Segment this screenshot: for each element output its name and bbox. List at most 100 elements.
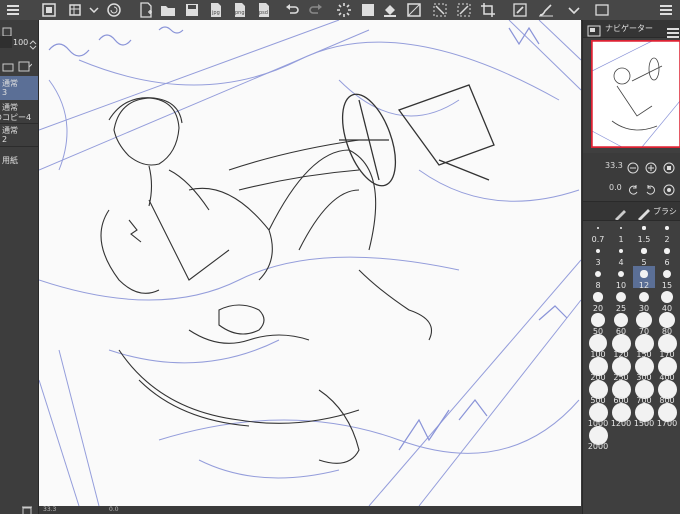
brush-dot (616, 292, 626, 302)
save-icon[interactable] (182, 0, 202, 20)
brush-size-option[interactable]: 500 (587, 379, 609, 405)
loading-icon[interactable] (334, 0, 354, 20)
brush-size-option[interactable]: 170 (656, 333, 678, 359)
brush-dot (613, 312, 629, 328)
reset-rotation-icon[interactable] (663, 181, 675, 196)
brush-dot (593, 292, 603, 302)
pen-tool-icon[interactable] (613, 205, 627, 221)
brush-size-option[interactable]: 60 (610, 312, 632, 336)
blend-mode-icon[interactable] (2, 22, 12, 37)
new-file-icon[interactable] (136, 0, 156, 20)
brush-size-option[interactable]: 600 (610, 379, 632, 405)
brush-size-option[interactable]: 1.5 (633, 220, 655, 244)
brush-size-option[interactable]: 400 (656, 356, 678, 382)
layers-icon[interactable] (38, 0, 60, 20)
brush-size-option[interactable]: 2000 (587, 425, 609, 451)
chevron-down-icon[interactable] (88, 0, 100, 20)
brush-size-icon[interactable] (637, 205, 651, 221)
brush-size-option[interactable]: 100 (587, 333, 609, 359)
brush-size-option[interactable]: 70 (633, 312, 655, 336)
swirl-icon[interactable] (104, 0, 124, 20)
chevron-down-icon[interactable] (566, 0, 582, 20)
angle-value[interactable]: 0.0 (609, 183, 622, 192)
svg-text:jpg: jpg (211, 10, 220, 16)
menu-icon[interactable] (4, 0, 22, 20)
brush-size-option[interactable]: 30 (633, 289, 655, 313)
tab-brush[interactable]: ブラシ (653, 206, 677, 217)
brush-size-option[interactable]: 1200 (610, 402, 632, 428)
layers-panel-icon[interactable] (64, 0, 86, 20)
redo-icon[interactable] (306, 0, 326, 20)
layer-item[interactable]: 通常 のコピー4 (0, 101, 38, 124)
tab-navigator[interactable]: ナビゲーター (605, 23, 653, 34)
selection-icon[interactable] (454, 0, 474, 20)
brush-size-option[interactable]: 80 (656, 311, 678, 336)
export-jpg-icon[interactable]: jpg (206, 0, 226, 20)
brush-icon[interactable] (536, 0, 556, 20)
layer-item[interactable]: 通常 2 (0, 124, 38, 147)
brush-size-option[interactable]: 300 (633, 356, 655, 382)
navigator-toggle-icon[interactable] (592, 0, 612, 20)
opacity-value[interactable]: 100 (13, 38, 29, 47)
brush-size-option[interactable]: 5 (633, 243, 655, 267)
brush-size-option[interactable]: 50 (587, 312, 609, 336)
layer-panel: 100 通常 3 通常 のコピー4 通常 2 用紙 (0, 20, 39, 514)
pen-edit-icon[interactable] (510, 0, 530, 20)
navigator-icon[interactable] (587, 22, 601, 37)
navigator-thumbnail[interactable] (591, 40, 680, 148)
invert-icon[interactable] (404, 0, 424, 20)
brush-size-option[interactable]: 1500 (633, 402, 655, 428)
brush-size-option[interactable]: 250 (610, 356, 632, 382)
export-psd-icon[interactable]: psd (254, 0, 274, 20)
brush-size-option[interactable]: 1000 (587, 402, 609, 428)
menu-icon[interactable] (667, 23, 679, 38)
export-png-icon[interactable]: png (230, 0, 250, 20)
undo-icon[interactable] (282, 0, 302, 20)
folder-icon[interactable] (2, 58, 14, 72)
open-folder-icon[interactable] (158, 0, 178, 20)
deselect-icon[interactable] (430, 0, 450, 20)
brush-dot (642, 226, 646, 230)
opacity-swatch[interactable] (0, 36, 12, 48)
brush-size-option[interactable]: 40 (656, 289, 678, 313)
brush-dot (596, 226, 600, 230)
brush-dot (618, 248, 624, 254)
brush-dot (641, 248, 647, 254)
zoom-in-icon[interactable] (645, 159, 657, 174)
layer-item[interactable]: 通常 3 (0, 76, 38, 100)
brush-size-option[interactable]: 800 (656, 379, 678, 405)
svg-text:psd: psd (259, 10, 268, 16)
rotate-right-icon[interactable] (645, 181, 657, 195)
brush-size-option[interactable]: 12 (633, 266, 655, 290)
brush-size-option[interactable]: 25 (610, 289, 632, 313)
brush-dot (595, 248, 601, 254)
stepper-icon[interactable] (29, 36, 37, 50)
brush-size-option[interactable]: 700 (633, 379, 655, 405)
brush-size-option[interactable]: 0.7 (587, 220, 609, 244)
drawing-canvas[interactable] (39, 20, 581, 506)
brush-size-option[interactable]: 10 (610, 266, 632, 290)
fill-icon[interactable] (358, 0, 378, 20)
zoom-value[interactable]: 33.3 (605, 161, 623, 170)
brush-size-option[interactable]: 1 (610, 220, 632, 244)
brush-size-option[interactable]: 1700 (656, 402, 678, 428)
brush-size-option[interactable]: 3 (587, 243, 609, 267)
brush-size-option[interactable]: 150 (633, 333, 655, 359)
brush-size-option[interactable]: 4 (610, 243, 632, 267)
layer-item[interactable]: 用紙 (0, 154, 38, 168)
trash-icon[interactable] (22, 502, 34, 514)
brush-size-option[interactable]: 200 (587, 356, 609, 382)
brush-size-option[interactable]: 20 (587, 289, 609, 313)
brush-size-option[interactable]: 120 (610, 333, 632, 359)
fit-icon[interactable] (663, 159, 675, 174)
brush-size-option[interactable]: 6 (656, 243, 678, 267)
paint-bucket-icon[interactable] (380, 0, 400, 20)
brush-size-option[interactable]: 8 (587, 266, 609, 290)
mask-icon[interactable] (18, 58, 33, 72)
brush-size-option[interactable]: 15 (656, 266, 678, 290)
rotate-left-icon[interactable] (627, 181, 639, 195)
brush-size-option[interactable]: 2 (656, 220, 678, 244)
zoom-out-icon[interactable] (627, 159, 639, 174)
menu-icon[interactable] (655, 0, 677, 20)
crop-icon[interactable] (478, 0, 498, 20)
